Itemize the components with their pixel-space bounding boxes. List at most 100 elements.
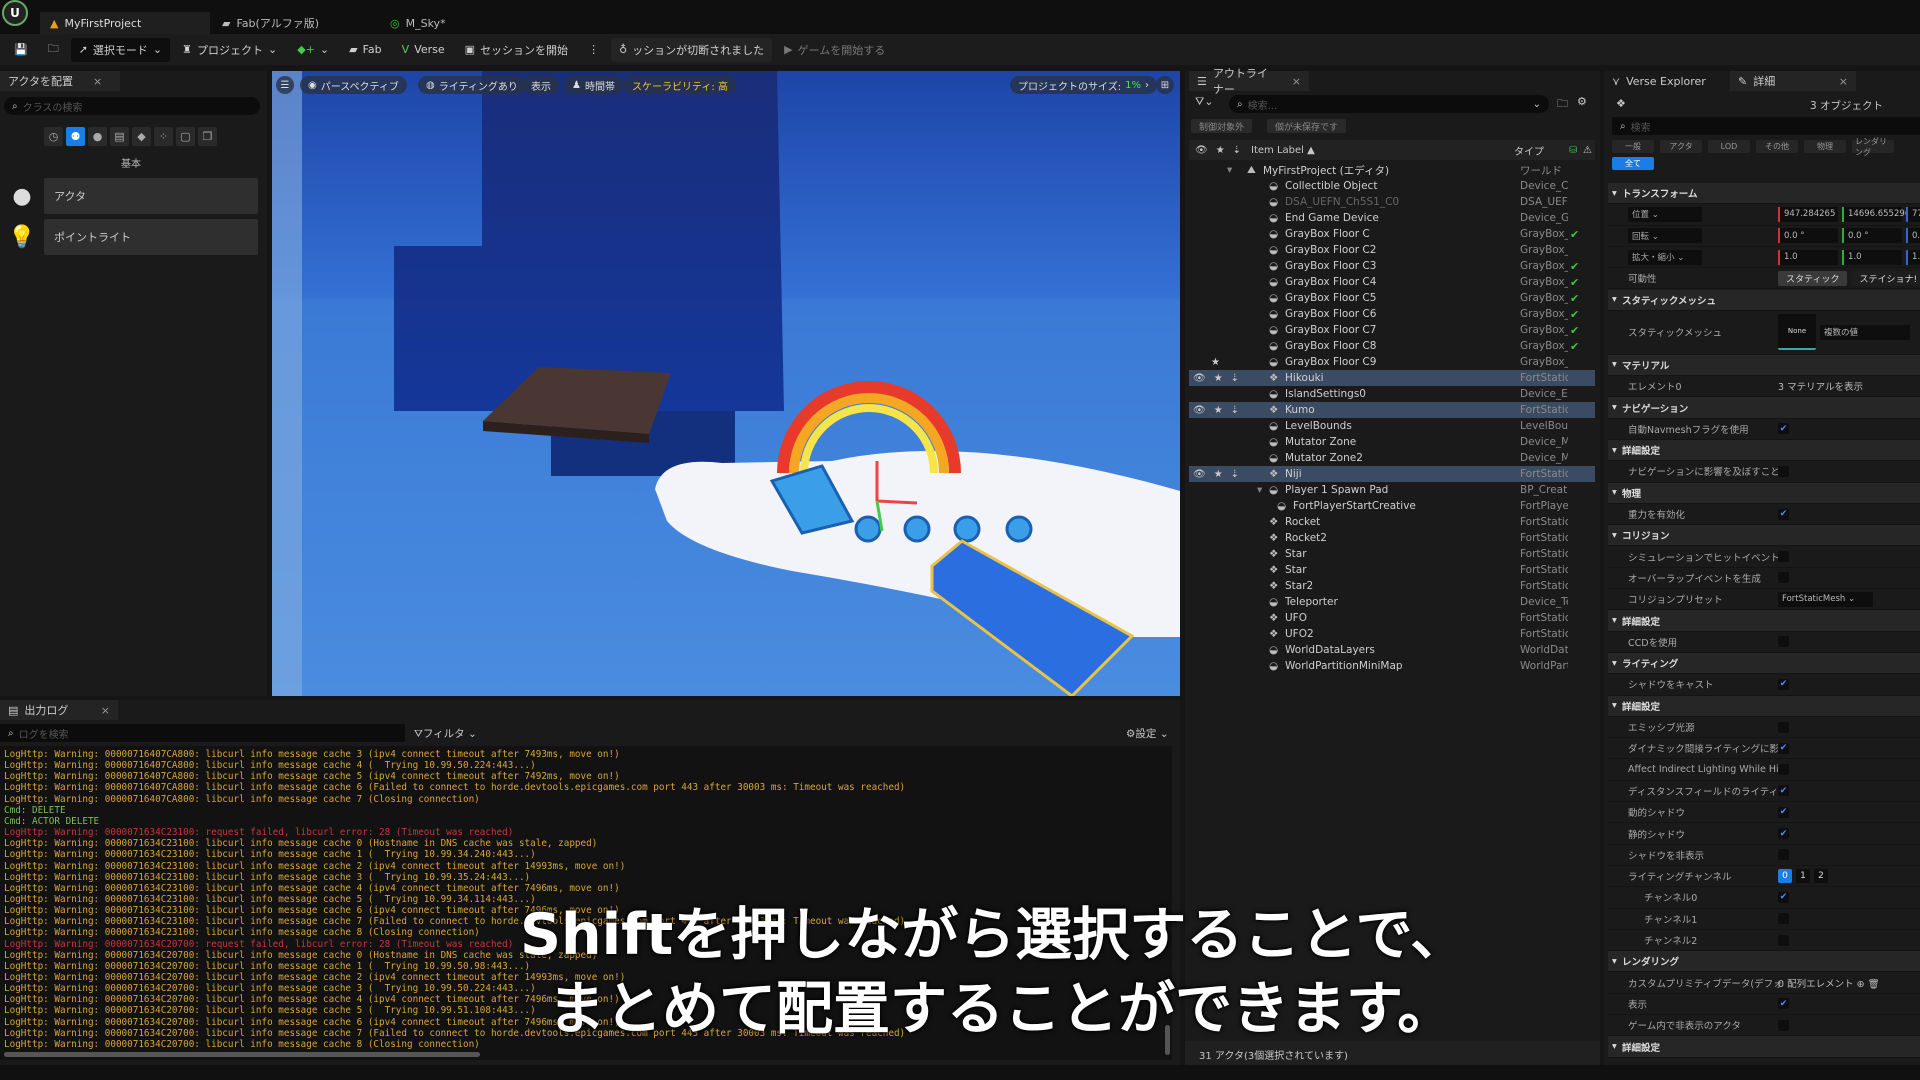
expand-arrow-icon[interactable]: ▾ — [1612, 402, 1617, 413]
fab-button[interactable]: ▰ Fab — [341, 38, 390, 62]
outliner-row[interactable]: ◒ Mutator Zone2 Device_Mi — [1189, 450, 1595, 466]
details-section-header[interactable]: ▾ マテリアル — [1608, 354, 1920, 377]
outliner-row[interactable]: ◒ IslandSettings0 Device_Ex — [1189, 386, 1595, 402]
expand-arrow-icon[interactable]: ▾ — [1257, 484, 1262, 496]
lighting-button[interactable]: ◍ ライティングあり — [418, 76, 526, 94]
filter-dropdown[interactable]: ⛛フィルタ ⌄ — [414, 726, 477, 741]
actor-item-actor[interactable]: ● アクタ — [0, 177, 258, 215]
channel-button[interactable]: 0 — [1778, 869, 1792, 884]
mesh-thumbnail[interactable]: None — [1778, 314, 1816, 351]
details-section-header[interactable]: ▾ 物理 — [1608, 482, 1920, 504]
tab-myfirstproject[interactable]: ▲ MyFirstProject — [40, 12, 210, 34]
details-section-header[interactable]: ▾ 詳細設定 — [1608, 440, 1920, 462]
expand-arrow-icon[interactable]: ▾ — [1612, 658, 1617, 669]
add-content-dropdown[interactable]: ◆+ ⌄ — [289, 38, 337, 62]
log-search-input[interactable]: ⌕ ログを検索 — [0, 724, 405, 742]
visual-effects-icon[interactable]: ◆ — [132, 127, 151, 146]
outliner-row[interactable]: ▾ ⛰ MyFirstProject (エディタ) ワールド — [1189, 162, 1595, 178]
filter-chip[interactable]: レンダリング — [1852, 137, 1894, 157]
expand-arrow-icon[interactable]: ▾ — [1612, 615, 1617, 626]
outliner-row[interactable]: ◒ End Game Device Device_Ga — [1189, 210, 1595, 226]
mobility-option[interactable]: ステイショナ! — [1851, 270, 1920, 286]
app-logo[interactable]: U — [2, 0, 28, 26]
details-section-header[interactable]: ▾ 詳細設定 — [1608, 1036, 1920, 1058]
checkbox[interactable]: ✔ — [1778, 678, 1789, 690]
layout-grid-icon[interactable]: ⊞ — [1156, 76, 1174, 94]
filter-chip-unsaved[interactable]: 個が未保存です — [1267, 119, 1347, 133]
filter-chip[interactable]: 物理 — [1804, 140, 1846, 153]
verse-button[interactable]: V Verse — [394, 38, 453, 62]
filter-chip[interactable]: アクタ — [1660, 140, 1702, 153]
checkbox[interactable] — [1778, 764, 1789, 776]
geometry-icon[interactable]: ⁘ — [154, 127, 173, 146]
mobility-option[interactable]: スタティック — [1778, 270, 1848, 286]
project-dropdown[interactable]: ♜ プロジェクト ⌄ — [174, 38, 285, 62]
more-icon[interactable]: ⋮ — [580, 38, 607, 62]
expand-arrow-icon[interactable]: ▾ — [1612, 294, 1617, 305]
save-icon[interactable]: 💾 — [6, 38, 36, 62]
details-section-header[interactable]: ▾ 詳細設定 — [1608, 610, 1920, 632]
time-of-day-button[interactable]: ♟ 時間帯 — [564, 76, 623, 94]
outliner-row[interactable]: ❖ Star FortStatic — [1189, 546, 1595, 562]
transform-mode-dropdown[interactable]: 位置 ⌄ — [1628, 206, 1702, 222]
outliner-row[interactable]: 👁★⇣ ❖ Kumo FortStatic — [1189, 402, 1595, 418]
visibility-star-pin-icons[interactable]: 👁★⇣ — [1193, 373, 1253, 384]
outliner-row[interactable]: ❖ UFO2 FortStatic — [1189, 626, 1595, 642]
show-button[interactable]: 表示 — [523, 76, 559, 94]
log-horizontal-scrollbar[interactable] — [4, 1052, 480, 1057]
outliner-row[interactable]: ◒ LevelBounds LevelBour — [1189, 418, 1595, 434]
column-item-label[interactable]: Item Label ▲ — [1251, 145, 1315, 156]
filter-chip[interactable]: その他 — [1756, 140, 1798, 153]
channel-button[interactable]: 2 — [1814, 869, 1828, 884]
vector-field[interactable]: 1.0 — [1778, 249, 1838, 265]
expand-arrow-icon[interactable]: ▾ — [1612, 700, 1617, 711]
outliner-row[interactable]: ◒ Mutator Zone Device_Mi — [1189, 434, 1595, 450]
close-icon[interactable]: × — [1839, 75, 1848, 88]
transform-mode-dropdown[interactable]: 拡大・縮小 ⌄ — [1628, 249, 1702, 265]
vector-field[interactable]: 1.0 — [1842, 249, 1902, 265]
checkbox[interactable] — [1778, 551, 1789, 563]
checkbox[interactable] — [1778, 721, 1789, 733]
checkbox[interactable]: ✔ — [1778, 785, 1789, 797]
vector-field[interactable]: 77 — [1906, 206, 1920, 222]
outliner-row[interactable]: ◒ GrayBox Floor C5 GrayBox_l ✔ — [1189, 290, 1595, 306]
details-section-header[interactable]: ▾ トランスフォーム — [1608, 183, 1920, 205]
verse-explorer-tab[interactable]: ⋎ Verse Explorer — [1604, 71, 1724, 91]
expand-arrow-icon[interactable]: ▾ — [1612, 530, 1617, 541]
outliner-row[interactable]: ◒ GrayBox Floor C3 GrayBox_l ✔ — [1189, 258, 1595, 274]
tab-fab[interactable]: ▰ Fab(アルファ版) — [212, 12, 329, 34]
filter-chip[interactable]: 全て — [1612, 157, 1654, 170]
visibility-star-pin-icons[interactable]: 👁★⇣ — [1193, 405, 1253, 416]
checkbox[interactable] — [1778, 934, 1789, 946]
checkbox[interactable] — [1778, 636, 1789, 648]
project-size-indicator[interactable]: プロジェクトのサイズ: 1% › — [1010, 76, 1157, 94]
expand-arrow-icon[interactable]: ▾ — [1612, 956, 1617, 967]
channel-button[interactable]: 1 — [1796, 869, 1810, 884]
checkbox[interactable] — [1778, 572, 1789, 584]
details-section-header[interactable]: ▾ ライティング — [1608, 653, 1920, 675]
outliner-row[interactable]: 👁★⇣ ❖ Niji FortStatic — [1189, 466, 1595, 482]
outliner-row[interactable]: ❖ Star2 FortStatic — [1189, 578, 1595, 594]
details-section-header[interactable]: ▾ 詳細設定 — [1608, 695, 1920, 717]
outliner-tab[interactable]: ☰ アウトライナー × — [1189, 67, 1309, 96]
close-icon[interactable]: × — [93, 75, 102, 88]
details-section-header[interactable]: ▾ スタティックメッシュ — [1608, 289, 1920, 311]
checkbox[interactable]: ✔ — [1778, 998, 1789, 1010]
outliner-row[interactable]: ◒ FortPlayerStartCreative FortPlayer — [1189, 498, 1595, 514]
details-section-header[interactable]: ▾ ナビゲーション — [1608, 397, 1920, 419]
favorite-star-icon[interactable]: ★ — [1211, 357, 1271, 368]
details-section-header[interactable]: ▾ コリジョン — [1608, 525, 1920, 547]
vector-field[interactable]: 0.0 ° — [1842, 228, 1902, 244]
basic-category-icon[interactable]: ⚉ — [66, 127, 85, 146]
outliner-row[interactable]: ❖ Rocket FortStatic — [1189, 514, 1595, 530]
details-tab[interactable]: ✎ 詳細 × — [1730, 71, 1856, 91]
recent-icon[interactable]: ◷ — [44, 127, 63, 146]
expand-arrow-icon[interactable]: ▾ — [1612, 445, 1617, 456]
expand-arrow-icon[interactable]: ▾ — [1612, 487, 1617, 498]
checkbox[interactable] — [1778, 465, 1789, 477]
outliner-row[interactable]: ◒ Teleporter Device_Te — [1189, 594, 1595, 610]
outliner-row[interactable]: ◒ GrayBox Floor C2 GrayBox_l — [1189, 242, 1595, 258]
outliner-row[interactable]: ◒ GrayBox Floor C6 GrayBox_l ✔ — [1189, 306, 1595, 322]
vector-field[interactable]: 14696.65529( — [1842, 206, 1908, 222]
source-control-icon[interactable]: ⛁ — [1569, 145, 1577, 156]
